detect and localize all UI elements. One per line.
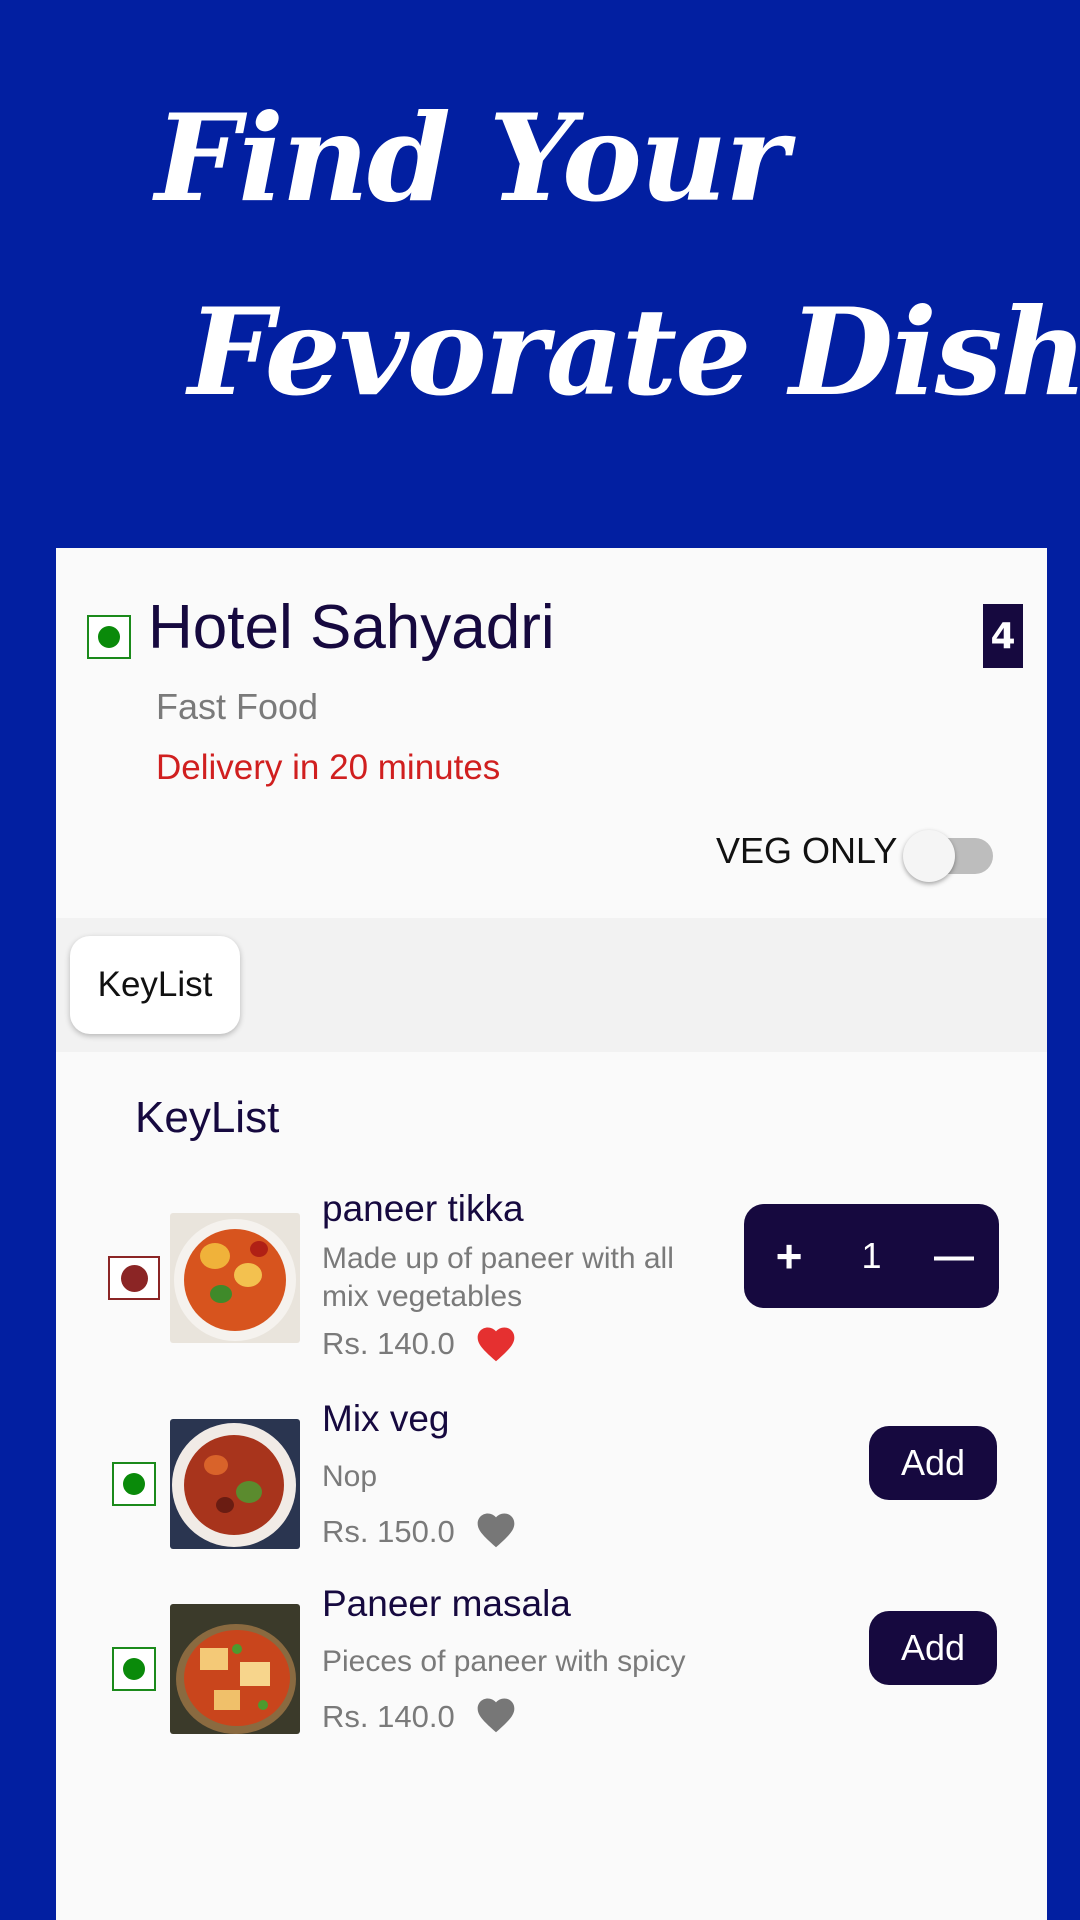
hero-title-line1: Find Your bbox=[155, 88, 788, 229]
item-price: Rs. 140.0 bbox=[322, 1699, 455, 1734]
paneer-piece bbox=[240, 1662, 270, 1686]
add-button[interactable]: Add bbox=[869, 1426, 997, 1500]
veg-indicator-icon bbox=[112, 1462, 156, 1506]
category-chip-bar: KeyList bbox=[56, 918, 1047, 1052]
item-price: Rs. 150.0 bbox=[322, 1514, 455, 1549]
hero-banner: Find Your Fevorate Dish bbox=[0, 0, 1080, 548]
favorite-heart-icon[interactable] bbox=[474, 1322, 518, 1366]
item-name: paneer tikka bbox=[322, 1188, 524, 1229]
veg-dot bbox=[123, 1473, 145, 1495]
pea bbox=[258, 1700, 268, 1710]
favorite-heart-icon[interactable] bbox=[474, 1693, 518, 1737]
add-button[interactable]: Add bbox=[869, 1611, 997, 1685]
nonveg-indicator-icon bbox=[108, 1256, 160, 1300]
item-name: Mix veg bbox=[322, 1398, 450, 1439]
nonveg-dot bbox=[121, 1265, 148, 1292]
toggle-thumb[interactable] bbox=[903, 830, 955, 882]
veg-indicator-icon bbox=[112, 1647, 156, 1691]
quantity-stepper[interactable]: + 1 — bbox=[744, 1204, 999, 1308]
favorite-heart-icon[interactable] bbox=[474, 1508, 518, 1552]
menu-item: Paneer masala Pieces of paneer with spic… bbox=[56, 1583, 1047, 1734]
dish-image bbox=[170, 1604, 300, 1734]
vegetable-piece bbox=[210, 1285, 232, 1303]
hero-title-line2: Fevorate Dish bbox=[188, 282, 1080, 423]
vegetable-piece bbox=[204, 1455, 228, 1475]
menu-item: Mix veg Nop Rs. 150.0 Add bbox=[56, 1398, 1047, 1549]
item-description: Pieces of paneer with spicy bbox=[322, 1645, 686, 1678]
paneer-piece bbox=[234, 1263, 262, 1287]
delivery-time: Delivery in 20 minutes bbox=[156, 748, 501, 787]
veg-only-toggle[interactable] bbox=[903, 830, 993, 882]
restaurant-category: Fast Food bbox=[156, 686, 319, 727]
veg-dot bbox=[123, 1658, 145, 1680]
menu-item: paneer tikka Made up of paneer with all … bbox=[56, 1176, 1047, 1362]
item-description: Made up of paneer with all mix vegetable… bbox=[322, 1242, 674, 1313]
cart-count-badge[interactable]: 4 bbox=[983, 604, 1023, 668]
curry bbox=[184, 1435, 284, 1535]
veg-indicator-icon bbox=[87, 615, 131, 659]
restaurant-menu-card: Hotel Sahyadri 4 Fast Food Delivery in 2… bbox=[56, 548, 1047, 1920]
dish-image bbox=[170, 1419, 300, 1549]
section-title: KeyList bbox=[135, 1093, 280, 1142]
veg-dot bbox=[98, 626, 120, 648]
paneer-piece bbox=[214, 1690, 240, 1710]
veg-only-label: VEG ONLY bbox=[716, 830, 898, 871]
item-description: Nop bbox=[322, 1460, 378, 1493]
vegetable-piece bbox=[236, 1481, 262, 1503]
restaurant-name: Hotel Sahyadri bbox=[148, 593, 555, 662]
item-name: Paneer masala bbox=[322, 1583, 571, 1624]
paneer-piece bbox=[200, 1648, 228, 1670]
pea bbox=[232, 1644, 242, 1654]
increment-button[interactable]: + bbox=[744, 1204, 834, 1308]
dish-image bbox=[170, 1213, 300, 1343]
vegetable-piece bbox=[216, 1497, 234, 1513]
chip-keylist[interactable]: KeyList bbox=[70, 936, 240, 1034]
quantity-value: 1 bbox=[861, 1235, 882, 1276]
item-price: Rs. 140.0 bbox=[322, 1326, 455, 1361]
vegetable-piece bbox=[250, 1241, 268, 1257]
decrement-button[interactable]: — bbox=[909, 1204, 999, 1308]
paneer-piece bbox=[200, 1243, 230, 1269]
